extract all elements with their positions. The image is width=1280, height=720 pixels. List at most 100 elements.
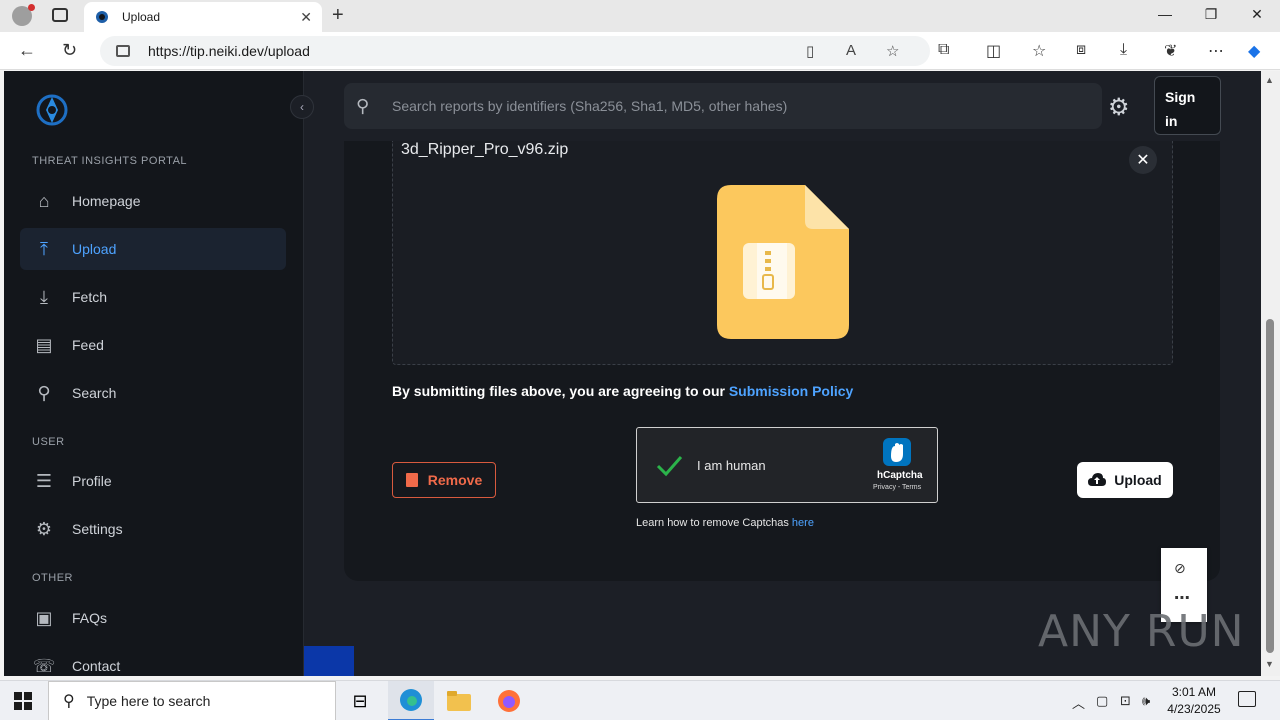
- back-icon[interactable]: ←: [18, 40, 36, 61]
- upload-card: 3d_Ripper_Pro_v96.zip ✕ By submitting fi…: [344, 141, 1220, 581]
- sidebar-item-feed[interactable]: ▤ Feed: [20, 324, 286, 366]
- hcaptcha-brand: hCaptcha: [877, 470, 923, 481]
- sidebar-collapse-button[interactable]: ‹: [290, 95, 314, 119]
- report-search-input[interactable]: [392, 98, 1072, 114]
- web-page: THREAT INSIGHTS PORTAL ⌂ Homepage ⤒ Uplo…: [4, 71, 1261, 676]
- scroll-up-icon[interactable]: ▲: [1265, 75, 1274, 85]
- minimize-button[interactable]: —: [1142, 6, 1188, 22]
- remove-button-label: Remove: [427, 472, 483, 488]
- refresh-icon[interactable]: ↻: [62, 40, 77, 61]
- tray-device-icon[interactable]: ▢: [1096, 693, 1108, 709]
- hcaptcha-logo-icon: [883, 438, 911, 466]
- upload-icon: ⤒: [40, 238, 48, 259]
- zip-file-icon: [717, 185, 849, 339]
- page-scrollbar[interactable]: ▲ ▼: [1261, 71, 1280, 676]
- sidebar-item-label: Search: [72, 385, 117, 401]
- sidebar-item-settings[interactable]: ⚙ Settings: [20, 508, 286, 550]
- favorites-icon[interactable]: ☆: [1032, 41, 1046, 61]
- sidebar-item-fetch[interactable]: ⤓ Fetch: [20, 276, 286, 318]
- reader-view-icon[interactable]: ▯: [806, 42, 814, 60]
- read-aloud-icon[interactable]: A: [846, 42, 856, 59]
- upload-button[interactable]: Upload: [1077, 462, 1173, 498]
- window-close-button[interactable]: ✕: [1234, 6, 1280, 23]
- scroll-thumb[interactable]: [1266, 319, 1274, 653]
- upload-button-label: Upload: [1114, 472, 1162, 488]
- scroll-down-icon[interactable]: ▼: [1265, 659, 1274, 669]
- hcaptcha-terms[interactable]: Privacy - Terms: [873, 484, 921, 491]
- settings-gear-icon[interactable]: ⚙: [1108, 93, 1130, 122]
- search-icon: ⚲: [37, 382, 51, 403]
- edge-app-icon[interactable]: [388, 681, 434, 720]
- section-label-other: OTHER: [32, 572, 73, 584]
- tab-close-icon[interactable]: ✕: [300, 9, 312, 26]
- task-view-icon[interactable]: ⊟: [337, 681, 383, 720]
- firefox-icon[interactable]: [486, 681, 532, 720]
- search-icon: ⚲: [356, 95, 370, 116]
- new-tab-button[interactable]: +: [332, 4, 344, 27]
- taskbar-search-placeholder: Type here to search: [86, 693, 211, 709]
- taskbar-search-box[interactable]: ⚲ Type here to search: [48, 681, 336, 720]
- sidebar-item-search[interactable]: ⚲ Search: [20, 372, 286, 414]
- more-menu-icon[interactable]: ⋯: [1208, 41, 1224, 61]
- performance-icon[interactable]: ❦: [1164, 41, 1177, 61]
- anyrun-watermark: ANY RUN: [1038, 606, 1245, 657]
- volume-icon[interactable]: 🕪: [1142, 693, 1150, 709]
- checkmark-icon: [656, 456, 683, 477]
- faq-icon: ▣: [35, 607, 53, 628]
- sidebar-item-profile[interactable]: ☰ Profile: [20, 460, 286, 502]
- sidebar-item-faqs[interactable]: ▣ FAQs: [20, 597, 286, 639]
- profile-icon: ☰: [35, 470, 53, 491]
- browser-tabbar: Upload ✕ + — ❐ ✕: [0, 0, 1280, 32]
- tab-actions-icon[interactable]: [52, 8, 68, 22]
- file-explorer-icon[interactable]: [436, 681, 482, 720]
- sidebar-item-label: Contact: [72, 658, 121, 674]
- file-name: 3d_Ripper_Pro_v96.zip: [401, 141, 569, 158]
- feed-icon: ▤: [35, 334, 53, 355]
- tab-title: Upload: [122, 10, 161, 24]
- report-search-bar: ⚲: [344, 83, 1102, 129]
- taskbar-clock[interactable]: 3:01 AM 4/23/2025: [1164, 684, 1224, 718]
- file-dropzone[interactable]: 3d_Ripper_Pro_v96.zip ✕: [392, 141, 1173, 365]
- sidebar-item-label: Profile: [72, 473, 112, 489]
- sidebar-item-label: Upload: [72, 241, 117, 257]
- sidebar-item-label: Settings: [72, 521, 123, 537]
- windows-taskbar: ⚲ Type here to search ⊟ ︿ ▢ ⊡ 🕪 3:01 AM …: [0, 680, 1280, 720]
- downloads-icon[interactable]: ⤓: [1120, 41, 1127, 59]
- cloud-upload-icon: [1088, 473, 1107, 486]
- captcha-label: I am human: [697, 458, 766, 473]
- remove-file-close-icon[interactable]: ✕: [1129, 146, 1157, 174]
- browser-tab-upload[interactable]: Upload ✕: [84, 2, 322, 32]
- submission-policy-link[interactable]: Submission Policy: [729, 383, 853, 399]
- remove-button[interactable]: Remove: [392, 462, 496, 498]
- clock-time: 3:01 AM: [1171, 685, 1217, 699]
- tray-chevron-icon[interactable]: ︿: [1072, 693, 1085, 712]
- contact-icon: ☏: [32, 655, 56, 676]
- notification-dot: [28, 4, 35, 11]
- clock-date: 4/23/2025: [1167, 702, 1221, 716]
- windows-start-icon[interactable]: [14, 692, 32, 710]
- hide-eye-icon[interactable]: ⊘: [1174, 560, 1186, 577]
- site-favicon-icon: [96, 11, 108, 23]
- more-dots-icon[interactable]: ⋯: [1174, 588, 1190, 608]
- restore-button[interactable]: ❐: [1188, 6, 1234, 23]
- sidebar-item-contact[interactable]: ☏ Contact: [20, 645, 286, 676]
- hcaptcha-widget[interactable]: I am human hCaptcha Privacy - Terms: [636, 427, 938, 503]
- search-icon: ⚲: [63, 693, 75, 710]
- sidebar-item-label: Homepage: [72, 193, 141, 209]
- copilot-icon[interactable]: ◆: [1248, 41, 1260, 61]
- extensions-icon[interactable]: ⧉: [938, 41, 949, 59]
- favorite-star-icon[interactable]: ☆: [886, 42, 899, 60]
- split-screen-icon[interactable]: ◫: [986, 41, 1001, 61]
- notification-center-icon[interactable]: [1238, 691, 1256, 707]
- network-icon[interactable]: ⊡: [1120, 693, 1131, 709]
- section-label-user: USER: [32, 436, 65, 448]
- section-label-portal: THREAT INSIGHTS PORTAL: [32, 155, 188, 167]
- agreement-text: By submitting files above, you are agree…: [392, 383, 729, 399]
- gear-icon: ⚙: [35, 518, 53, 539]
- collections-icon[interactable]: ⧈: [1076, 41, 1086, 59]
- sidebar-item-homepage[interactable]: ⌂ Homepage: [20, 180, 286, 222]
- learn-here-link[interactable]: here: [792, 517, 814, 529]
- sidebar-item-upload[interactable]: ⤒ Upload: [20, 228, 286, 270]
- sidebar-item-label: Feed: [72, 337, 104, 353]
- sign-in-button[interactable]: Sign in: [1154, 76, 1221, 135]
